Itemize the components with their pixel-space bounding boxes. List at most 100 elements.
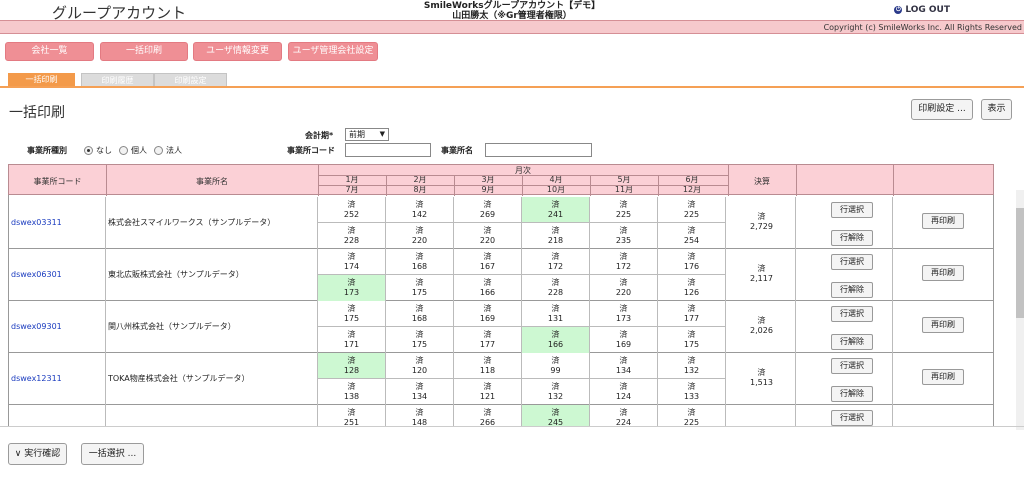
app-header: グループアカウント SmileWorksグループアカウント【デモ】 山田勝太（※… <box>0 0 1024 22</box>
done-mark: 済 <box>619 226 628 235</box>
print-settings-button[interactable]: 印刷設定 ... <box>911 99 973 120</box>
month-count: 134 <box>411 392 428 401</box>
table-row: dswex06301 東北広販株式会社（サンプルデータ）済 174 済 168 済 167 済… <box>9 249 993 301</box>
done-mark: 済 <box>347 200 356 209</box>
month-header-top: 6月 <box>685 175 699 184</box>
done-mark: 済 <box>687 330 696 339</box>
nav-user-company-settings-button[interactable]: ユーザ管理会社設定 <box>288 42 378 61</box>
row-select-button[interactable]: 行選択 <box>831 358 873 374</box>
done-mark: 済 <box>687 252 696 261</box>
chevron-down-icon: ▼ <box>379 130 385 138</box>
account-name: SmileWorksグループアカウント【デモ】 <box>423 1 601 11</box>
settlement-cell: 済 2,729 <box>728 197 796 249</box>
reprint-button[interactable]: 再印刷 <box>922 317 964 333</box>
done-mark: 済 <box>483 200 492 209</box>
row-select-cell: 行選択行解除 <box>796 405 893 426</box>
office-code-link[interactable]: dswex09301 <box>9 301 106 353</box>
month-cell: 済 99 <box>522 353 590 379</box>
office-code-link[interactable]: dswex06301 <box>9 249 106 301</box>
month-cell: 済 266 <box>454 405 522 426</box>
office-code-link[interactable]: dswex03311 <box>9 197 106 249</box>
done-mark: 済 <box>619 304 628 313</box>
done-mark: 済 <box>551 226 560 235</box>
radio-unchecked-icon <box>119 146 128 155</box>
table-header: 事業所コード 事業所名 月次 決算 1月 7月 2月 8月 3月 9月 4月 10月 5月 11月… <box>8 164 994 196</box>
office-name-input[interactable] <box>485 143 592 157</box>
settlement-cell: 済 2,026 <box>728 301 796 353</box>
done-mark: 済 <box>347 226 356 235</box>
month-cell: 済 166 <box>454 275 522 301</box>
month-cell: 済 171 <box>318 327 386 353</box>
scrollbar-thumb[interactable] <box>1016 208 1024 318</box>
row-release-button[interactable]: 行解除 <box>831 334 873 350</box>
row-release-button[interactable]: 行解除 <box>831 282 873 298</box>
office-code-label: 事業所コード <box>287 146 335 155</box>
month-cell: 済 172 <box>522 249 590 275</box>
month-header-bottom: 8月 <box>413 185 427 194</box>
done-mark: 済 <box>619 330 628 339</box>
table-row: dswex03311 株式会社スマイルワークス（サンプルデータ）済 252 済 142 済… <box>9 197 993 249</box>
month-count: 172 <box>547 262 564 271</box>
row-select-button[interactable]: 行選択 <box>831 202 873 218</box>
nav-company-list-button[interactable]: 会社一覧 <box>5 42 94 61</box>
month-cell: 済 169 <box>454 301 522 327</box>
month-cell: 済 177 <box>454 327 522 353</box>
done-mark: 済 <box>757 264 766 273</box>
month-cell: 済 120 <box>386 353 454 379</box>
row-select-button[interactable]: 行選択 <box>831 410 873 426</box>
nav-user-info-button[interactable]: ユーザ情報変更 <box>193 42 282 61</box>
office-code-link[interactable] <box>9 405 106 426</box>
logout-button[interactable]: ⏻ LOG OUT <box>894 5 950 15</box>
month-cell: 済 175 <box>658 327 726 353</box>
reprint-button[interactable]: 再印刷 <box>922 213 964 229</box>
month-count: 118 <box>479 366 496 375</box>
row-select-button[interactable]: 行選択 <box>831 254 873 270</box>
month-cell: 済 251 <box>318 405 386 426</box>
table-row: 済251済148済266済245済224済225行選択行解除 <box>9 405 993 426</box>
month-cell: 済 132 <box>658 353 726 379</box>
reprint-button[interactable]: 再印刷 <box>922 265 964 281</box>
month-cell: 済 121 <box>454 379 522 405</box>
bulk-select-button[interactable]: 一括選択 ... <box>81 443 144 465</box>
done-mark: 済 <box>757 212 766 221</box>
month-count: 254 <box>683 236 700 245</box>
row-release-button[interactable]: 行解除 <box>831 230 873 246</box>
done-mark: 済 <box>415 226 424 235</box>
month-cell: 済 132 <box>522 379 590 405</box>
radio-individual[interactable]: 個人 <box>119 145 147 156</box>
office-name: 株式会社スマイルワークス（サンプルデータ） <box>106 197 318 249</box>
office-code-input[interactable] <box>345 143 431 157</box>
month-cell: 済 269 <box>454 197 522 223</box>
month-header-bottom: 7月 <box>345 185 359 194</box>
tab-print-history[interactable]: 印刷履歴 <box>81 73 154 87</box>
reprint-button[interactable]: 再印刷 <box>922 369 964 385</box>
radio-none[interactable]: なし <box>84 145 112 156</box>
done-mark: 済 <box>687 278 696 287</box>
month-count: 173 <box>343 288 360 297</box>
period-select[interactable]: 前期 ▼ <box>345 128 389 141</box>
month-count: 220 <box>615 288 632 297</box>
row-select-cell: 行選択行解除 <box>796 197 893 249</box>
month-count: 220 <box>411 236 428 245</box>
office-code-link[interactable]: dswex12311 <box>9 353 106 405</box>
footer-divider <box>0 426 1024 427</box>
row-release-button[interactable]: 行解除 <box>831 386 873 402</box>
exec-confirm-button[interactable]: ∨ 実行確認 <box>8 443 67 465</box>
tab-underline <box>0 86 1024 88</box>
done-mark: 済 <box>483 356 492 365</box>
done-mark: 済 <box>619 382 628 391</box>
month-count: 168 <box>411 262 428 271</box>
month-cell: 済 118 <box>454 353 522 379</box>
nav-bulk-print-button[interactable]: 一括印刷 <box>100 42 188 61</box>
month-cell: 済 126 <box>658 275 726 301</box>
tab-print-settings[interactable]: 印刷設定 <box>154 73 227 87</box>
display-button[interactable]: 表示 <box>981 99 1012 120</box>
month-count: 173 <box>615 314 632 323</box>
month-count: 225 <box>683 210 700 219</box>
radio-corporation[interactable]: 法人 <box>154 145 182 156</box>
month-count: 148 <box>411 418 428 426</box>
row-select-button[interactable]: 行選択 <box>831 306 873 322</box>
done-mark: 済 <box>551 200 560 209</box>
tab-bulk-print[interactable]: 一括印刷 <box>8 73 75 87</box>
month-count: 176 <box>683 262 700 271</box>
